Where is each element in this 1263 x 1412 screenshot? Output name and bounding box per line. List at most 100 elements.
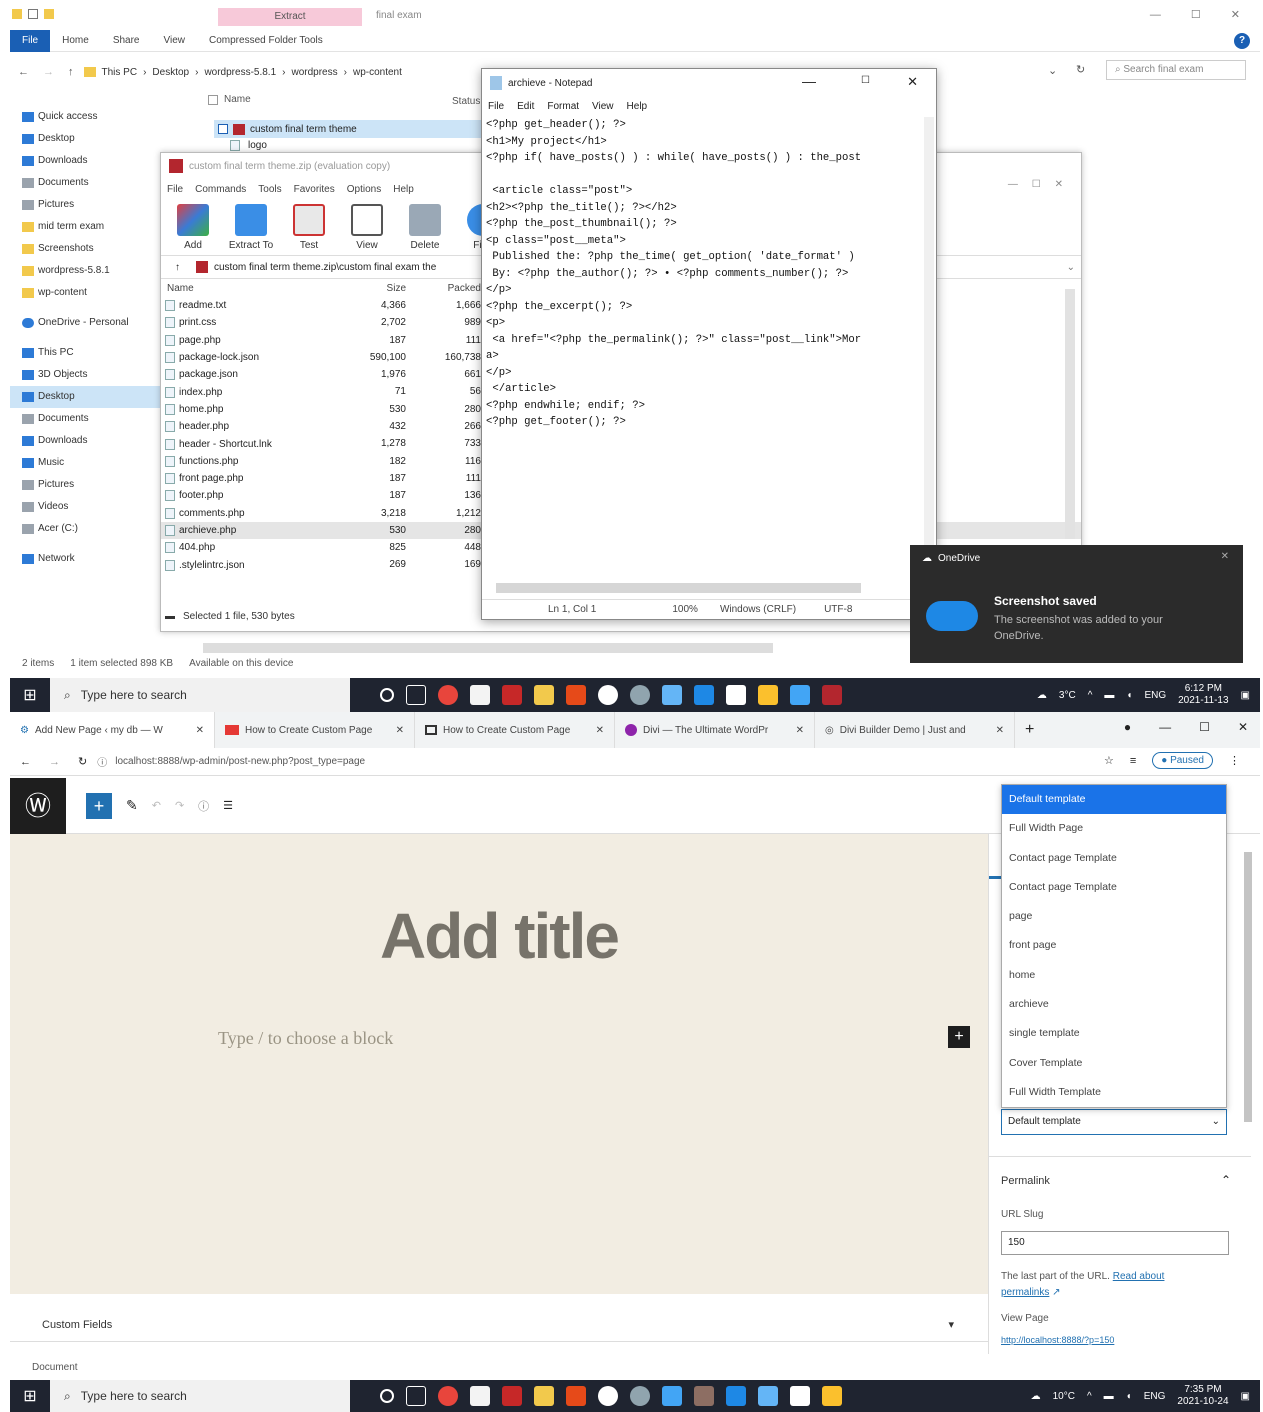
close-icon[interactable]: ✕ [196,725,204,736]
maximize-icon[interactable]: ☐ [1199,720,1210,734]
minimize-icon[interactable]: — [1008,179,1018,190]
app-icon[interactable] [758,1386,778,1406]
breadcrumb-item[interactable]: This PC [102,67,138,78]
option-default-template[interactable]: Default template [1002,785,1226,815]
template-select[interactable]: Default template ⌄ [1001,1109,1227,1135]
tab-share[interactable]: Share [101,30,152,52]
file-explorer-icon[interactable] [534,685,554,705]
breadcrumb-item[interactable]: Desktop [152,67,189,78]
text-editor[interactable]: <?php get_header(); ?> <h1>My project</h… [482,115,936,575]
close-icon[interactable]: ✕ [1238,720,1248,734]
nav-downloads-pc[interactable]: Downloads [10,430,160,452]
minimize-icon[interactable]: — [1150,9,1161,21]
checkbox[interactable] [208,94,218,105]
volume-icon[interactable]: ◖ [1126,1391,1132,1402]
nav-this-pc[interactable]: This PC [10,342,160,364]
properties-icon[interactable] [28,9,38,19]
tab-file[interactable]: File [10,29,51,52]
app-icon[interactable] [598,685,618,705]
up-arrow-icon[interactable]: ↑ [68,66,74,78]
list-view-icon[interactable]: ☰ [223,799,233,812]
option-front-page[interactable]: front page [1002,931,1226,960]
app-icon[interactable] [790,685,810,705]
nav-music[interactable]: Music [10,452,160,474]
weather-icon[interactable]: ☁ [1037,690,1047,701]
app-icon[interactable] [630,685,650,705]
option-archieve[interactable]: archieve [1002,990,1226,1019]
temperature[interactable]: 10°C [1053,1391,1075,1402]
help-icon[interactable]: ? [1234,33,1250,49]
up-arrow-icon[interactable]: ↑ [175,262,180,273]
nav-downloads[interactable]: Downloads [10,150,160,172]
address-bar[interactable]: ⓘ localhost:8888/wp-admin/post-new.php?po… [97,754,365,769]
app-icon[interactable] [726,1386,746,1406]
slug-input[interactable]: 150 [1001,1231,1229,1255]
star-icon[interactable]: ☆ [1104,754,1114,767]
extract-to-button[interactable]: Extract To [225,203,277,251]
nav-3d-objects[interactable]: 3D Objects [10,364,160,386]
nav-wp-content[interactable]: wp-content [10,282,160,304]
app-icon[interactable] [662,1386,682,1406]
app-icon[interactable] [790,1386,810,1406]
tab-compressed-folder-tools[interactable]: Compressed Folder Tools [197,30,335,52]
cortana-icon[interactable] [380,1389,394,1403]
maximize-icon[interactable]: ☐ [1191,8,1201,21]
volume-icon[interactable]: ◖ [1126,690,1132,701]
column-name[interactable]: Name [161,283,366,294]
close-icon[interactable]: ✕ [1055,179,1063,190]
breadcrumb-item[interactable]: wordpress-5.8.1 [204,67,276,78]
tab-divi[interactable]: Divi — The Ultimate WordPr ✕ [615,712,815,748]
chevron-up-icon[interactable]: ^ [1088,690,1093,701]
app-icon[interactable] [598,1386,618,1406]
inserter-button[interactable]: + [948,1026,970,1048]
option-full-width-template[interactable]: Full Width Template [1002,1078,1226,1107]
windows-start-icon[interactable]: ⊞ [10,685,50,705]
chevron-down-icon[interactable]: ⌄ [1067,262,1075,273]
add-button[interactable]: Add [167,203,219,251]
app-icon[interactable] [502,1386,522,1406]
close-icon[interactable]: ✕ [1221,551,1229,562]
tab-custom-page-2[interactable]: How to Create Custom Page ✕ [415,712,615,748]
nav-onedrive[interactable]: OneDrive - Personal [10,312,160,334]
menu-file[interactable]: File [167,184,183,195]
sidebar-scrollbar[interactable] [1244,852,1252,1122]
chevron-up-icon[interactable]: ^ [1087,1391,1092,1402]
tab-divi-builder[interactable]: ◎ Divi Builder Demo | Just and ✕ [815,712,1015,748]
menu-options[interactable]: Options [347,184,381,195]
option-single-template[interactable]: single template [1002,1019,1226,1048]
delete-button[interactable]: Delete [399,203,451,251]
new-tab-button[interactable]: + [1025,721,1034,739]
close-icon[interactable]: ✕ [796,725,804,736]
app-icon[interactable] [726,685,746,705]
reload-icon[interactable]: ↻ [78,755,87,768]
close-icon[interactable]: ✕ [596,725,604,736]
nav-quick-access[interactable]: Quick access [10,106,160,128]
nav-desktop[interactable]: Desktop [10,128,160,150]
weather-icon[interactable]: ☁ [1031,1391,1041,1402]
breadcrumb[interactable]: This PC › Desktop › wordpress-5.8.1 › wordp… [83,62,434,82]
store-icon[interactable] [470,685,490,705]
permalink-link[interactable]: http://localhost:8888/?p=150 [1001,1335,1114,1345]
new-folder-icon[interactable] [44,9,54,19]
forward-arrow-icon[interactable]: → [43,66,54,78]
task-view-icon[interactable] [406,1386,426,1406]
minimize-icon[interactable]: — [802,73,816,89]
option-contact-page-template[interactable]: Contact page Template [1002,873,1226,902]
tab-add-new-page[interactable]: ⚙ Add New Page ‹ my db — W ✕ [10,712,215,748]
file-row[interactable]: logo [230,140,267,151]
option-full-width-page[interactable]: Full Width Page [1002,814,1226,843]
tab-view[interactable]: View [152,30,198,52]
notification-icon[interactable]: ▣ [1241,1391,1250,1402]
tab-home[interactable]: Home [50,30,101,52]
vertical-scrollbar[interactable] [1065,289,1075,539]
app-icon[interactable] [758,685,778,705]
menu-icon[interactable]: ⋮ [1229,754,1240,767]
taskbar-search-input[interactable]: ⌕ Type here to search [50,1380,350,1412]
profile-button[interactable]: ● Paused [1152,752,1213,769]
chevron-down-icon[interactable]: ⌄ [1048,64,1057,77]
app-icon[interactable] [630,1386,650,1406]
menu-tools[interactable]: Tools [258,184,281,195]
menu-favorites[interactable]: Favorites [294,184,335,195]
nav-pictures[interactable]: Pictures [10,194,160,216]
chevron-up-icon[interactable]: ⌃ [1221,1173,1231,1187]
